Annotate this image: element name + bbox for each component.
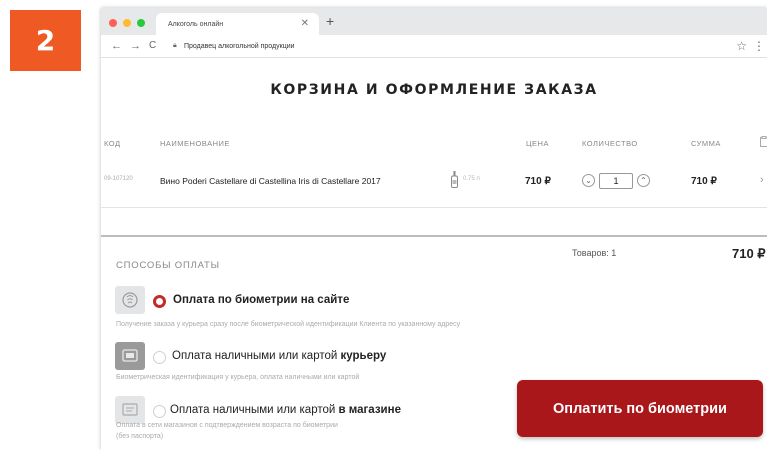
order-total: 710 ₽	[732, 246, 766, 261]
column-header-code: КОД	[104, 139, 121, 148]
payment-option-courier-label[interactable]: Оплата наличными или картой курьеру	[172, 350, 386, 362]
payment-option-store-label[interactable]: Оплата наличными или картой в магазине	[170, 404, 401, 416]
browser-window: Алкоголь онлайн ✕ + ← → C 🔒︎ Продавец ал…	[101, 8, 767, 450]
tab-title: Алкоголь онлайн	[168, 21, 224, 28]
window-close-dot[interactable]	[109, 19, 117, 27]
payment-option-courier-description: Биометрическая идентификация у курьера, …	[116, 374, 360, 381]
payment-option-courier-label-bold: курьеру	[340, 350, 387, 362]
section-divider	[101, 235, 767, 237]
forward-arrow-icon[interactable]: →	[130, 40, 141, 52]
back-arrow-icon[interactable]: ←	[111, 40, 122, 52]
courier-icon	[115, 342, 145, 370]
close-icon[interactable]: ✕	[301, 18, 309, 29]
lock-icon: 🔒︎	[173, 42, 177, 49]
more-vertical-icon[interactable]: ⋮	[753, 39, 765, 53]
column-header-quantity: КОЛИЧЕСТВО	[582, 139, 638, 148]
payment-methods-heading: СПОСОБЫ ОПЛАТЫ	[116, 260, 220, 271]
column-header-name: НАИМЕНОВАНИЕ	[160, 139, 230, 148]
store-icon	[115, 396, 145, 424]
clipboard-icon[interactable]	[760, 136, 767, 147]
divider	[101, 207, 767, 208]
bottle-icon	[451, 171, 458, 188]
address-bar: ← → C 🔒︎ Продавец алкогольной продукции …	[101, 35, 767, 58]
quantity-increase-icon[interactable]: ⌃	[637, 174, 650, 187]
quantity-decrease-icon[interactable]: ⌄	[582, 174, 595, 187]
reload-icon[interactable]: C	[149, 40, 156, 51]
payment-option-biometric-radio[interactable]	[153, 295, 166, 308]
item-price: 710 ₽	[525, 176, 551, 187]
payment-option-store-description: Оплата в сети магазинов с подтверждением…	[116, 422, 338, 429]
url-text[interactable]: Продавец алкогольной продукции	[184, 43, 295, 50]
page-title: КОРЗИНА И ОФОРМЛЕНИЕ ЗАКАЗА	[270, 82, 598, 98]
payment-option-store-description-note: (без паспорта)	[116, 433, 164, 440]
browser-tab[interactable]: Алкоголь онлайн ✕	[156, 13, 319, 35]
item-sum: 710 ₽	[691, 176, 717, 187]
payment-option-courier-label-text: Оплата наличными или картой	[172, 350, 341, 362]
window-minimize-dot[interactable]	[123, 19, 131, 27]
plus-icon[interactable]: +	[326, 13, 334, 29]
tab-bar: Алкоголь онлайн ✕ +	[101, 8, 767, 35]
payment-option-store-radio[interactable]	[153, 405, 166, 418]
item-volume: 0.75 л	[463, 176, 480, 182]
payment-option-store-label-text: Оплата наличными или картой	[170, 404, 339, 416]
step-number-badge: 2	[10, 10, 81, 71]
payment-option-biometric-description: Получение заказа у курьера сразу после б…	[116, 321, 461, 328]
payment-option-store-label-bold: в магазине	[338, 404, 401, 416]
column-header-price: ЦЕНА	[526, 139, 549, 148]
chevron-right-icon[interactable]: ›	[760, 174, 764, 186]
column-header-sum: СУММА	[691, 139, 721, 148]
star-icon[interactable]: ☆	[736, 39, 747, 53]
item-code: 09-107120	[104, 176, 133, 182]
goods-count: Товаров: 1	[572, 248, 617, 258]
quantity-input[interactable]: 1	[599, 173, 633, 189]
window-maximize-dot[interactable]	[137, 19, 145, 27]
biometric-icon	[115, 286, 145, 314]
pay-by-biometrics-button[interactable]: Оплатить по биометрии	[517, 380, 763, 437]
payment-option-biometric-label[interactable]: Оплата по биометрии на сайте	[173, 294, 349, 306]
item-name[interactable]: Вино Poderi Castellare di Castellina Iri…	[160, 176, 381, 186]
payment-option-courier-radio[interactable]	[153, 351, 166, 364]
